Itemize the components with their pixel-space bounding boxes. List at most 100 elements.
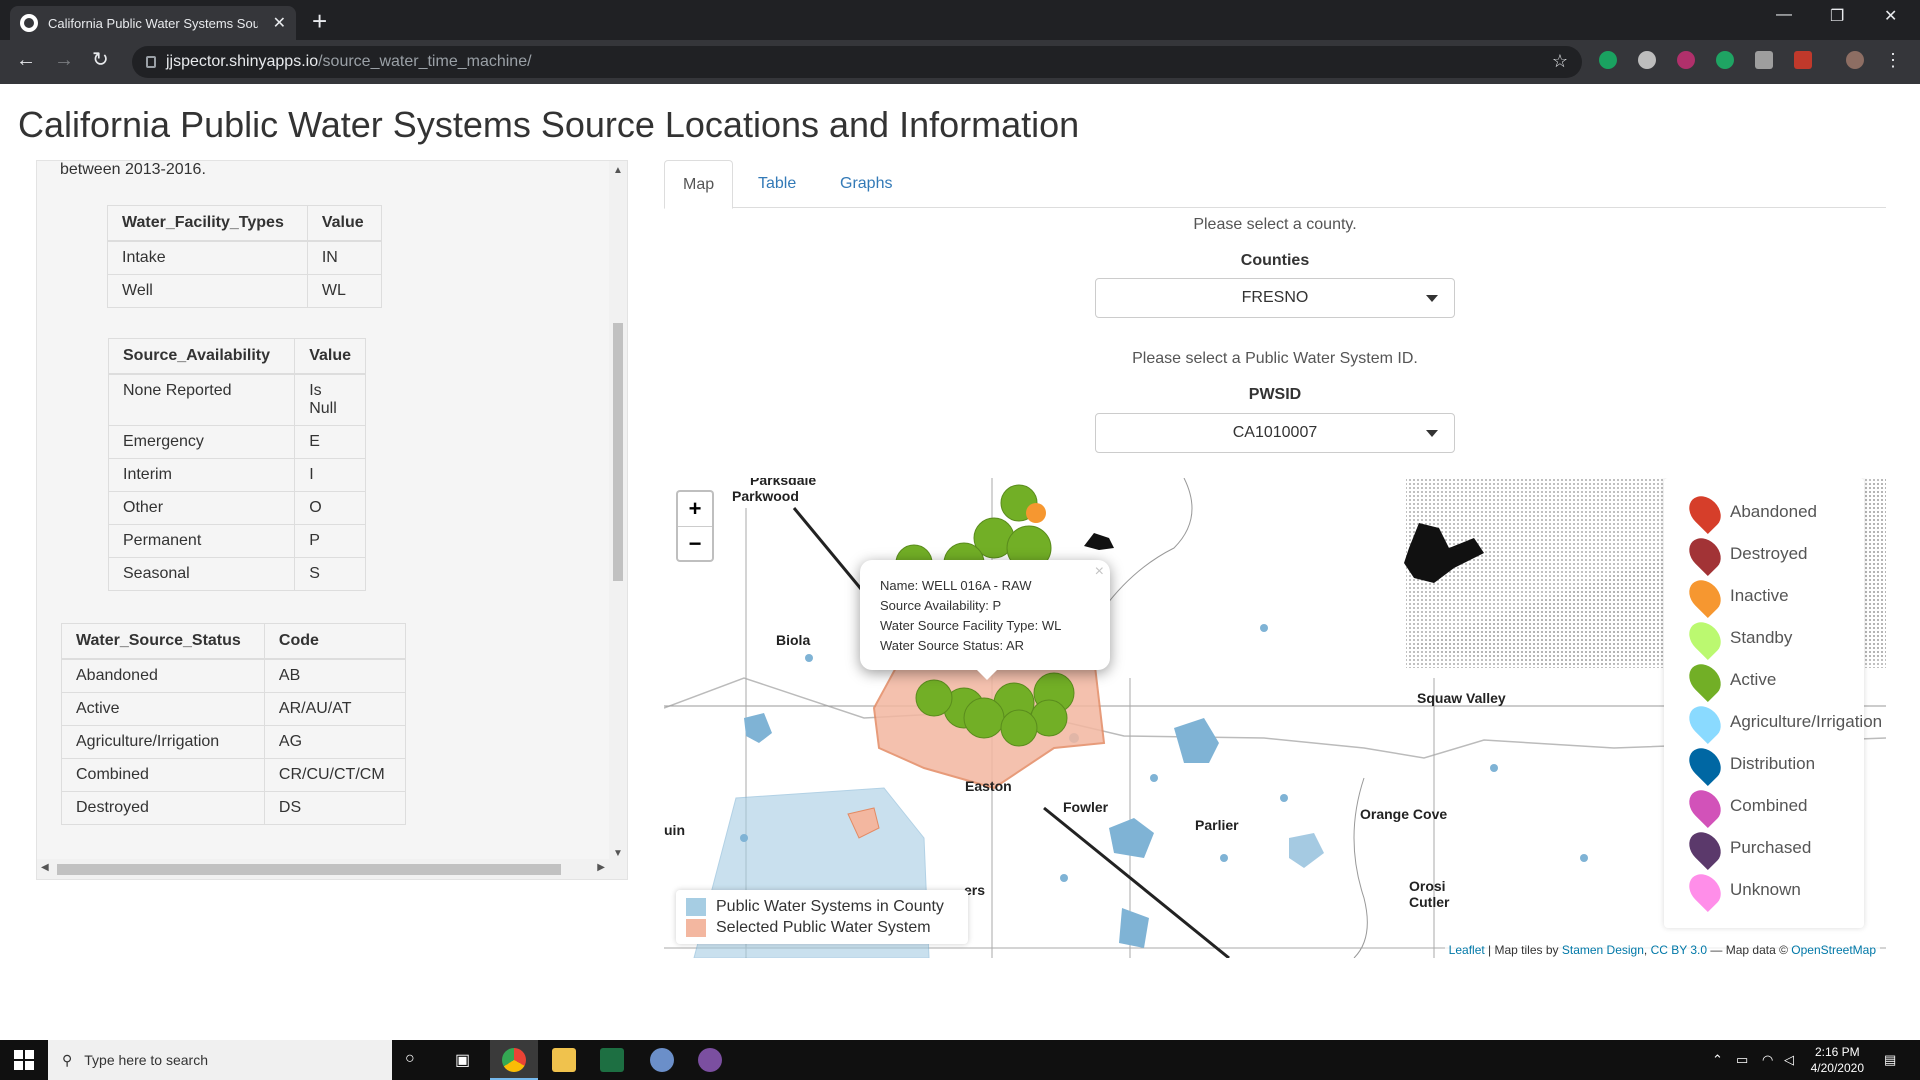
info-side-panel: between 2013-2016. Water_Facility_Types …: [36, 160, 628, 880]
taskbar-clock[interactable]: 2:16 PM 4/20/2020: [1811, 1044, 1864, 1076]
table-row: Emergency E: [108, 425, 366, 459]
wifi-icon[interactable]: ◠: [1762, 1052, 1773, 1068]
pwsid-select[interactable]: CA1010007: [1095, 413, 1455, 453]
extension-circle-icon[interactable]: [1638, 51, 1656, 69]
window-close-icon[interactable]: ✕: [1884, 6, 1897, 26]
back-icon[interactable]: ←: [16, 50, 36, 70]
legend-row: Public Water Systems in County: [686, 898, 944, 916]
place-label: Biola: [776, 632, 811, 648]
view-tabs: Map Table Graphs: [664, 160, 1886, 209]
page-title: California Public Water Systems Source L…: [18, 104, 1080, 145]
minimize-icon[interactable]: —: [1776, 6, 1792, 24]
table-cell: Active: [61, 692, 265, 726]
forward-icon[interactable]: →: [54, 50, 74, 70]
facility-types-table: Water_Facility_Types Value Intake IN Well…: [107, 205, 382, 308]
place-label: Cutler: [1409, 894, 1450, 910]
address-bar[interactable]: jjspector.shinyapps.io /source_water_tim…: [132, 46, 1582, 78]
url-path: /source_water_time_machine/: [318, 53, 532, 70]
legend-swatch: [686, 919, 706, 937]
marker-pin-icon: [1682, 867, 1728, 913]
county-select[interactable]: FRESNO: [1095, 278, 1455, 318]
horizontal-scrollbar[interactable]: ◀ ▶: [37, 859, 627, 879]
windows-taskbar: ⚲ Type here to search ○ ▣ ⌃ ▭ ◠ ◁ 2:16 P…: [0, 1040, 1920, 1080]
table-cell: Interim: [108, 458, 295, 492]
cc-link[interactable]: CC BY 3.0: [1651, 943, 1707, 957]
zoom-in-button[interactable]: +: [678, 492, 712, 526]
browser-toolbar: ← → ↻ jjspector.shinyapps.io /source_wat…: [0, 40, 1920, 84]
popup-close-icon[interactable]: ×: [1095, 562, 1104, 582]
table-header: Source_Availability: [108, 338, 295, 375]
new-tab-button[interactable]: +: [312, 8, 327, 34]
leaflet-map[interactable]: + − Parksdale Parkwood Biola Squaw Valle…: [664, 478, 1886, 958]
legend-label: Combined: [1730, 796, 1808, 815]
taskbar-search[interactable]: ⚲ Type here to search: [48, 1040, 392, 1080]
scroll-thumb[interactable]: [57, 864, 561, 875]
cortana-icon[interactable]: ○: [405, 1050, 415, 1068]
marker-pin-icon: [1682, 825, 1728, 871]
url-host: jjspector.shinyapps.io: [166, 53, 319, 70]
legend-label: Destroyed: [1730, 544, 1808, 563]
water-source-status-table: Water_Source_Status Code Abandoned AB Act…: [61, 623, 406, 825]
chrome-icon[interactable]: [502, 1048, 526, 1072]
table-cell: Combined: [61, 758, 265, 792]
battery-icon[interactable]: ▭: [1736, 1052, 1748, 1068]
browser-menu-icon[interactable]: ⋮: [1884, 50, 1902, 71]
scroll-thumb[interactable]: [613, 323, 623, 581]
stamen-link[interactable]: Stamen Design: [1562, 943, 1644, 957]
restore-icon[interactable]: ❐: [1830, 6, 1844, 26]
tab-title: California Public Water Systems Source: [48, 15, 258, 31]
zoom-out-button[interactable]: −: [678, 526, 712, 560]
volume-icon[interactable]: ◁: [1784, 1052, 1794, 1068]
scroll-up-icon[interactable]: ▲: [613, 165, 623, 176]
place-label: Squaw Valley: [1417, 690, 1506, 706]
table-cell: Intake: [107, 240, 308, 275]
leaflet-link[interactable]: Leaflet: [1449, 943, 1485, 957]
table-row: Permanent P: [108, 524, 366, 558]
file-explorer-icon[interactable]: [552, 1048, 576, 1072]
legend-label: Public Water Systems in County: [716, 898, 944, 915]
table-cell: Seasonal: [108, 557, 295, 591]
vertical-scrollbar[interactable]: ▲ ▼: [609, 161, 627, 861]
extension-download-icon[interactable]: [1677, 51, 1695, 69]
scroll-left-icon[interactable]: ◀: [41, 862, 49, 873]
table-cell: Destroyed: [61, 791, 265, 825]
table-header: Code: [263, 623, 406, 660]
app-icon[interactable]: [698, 1048, 722, 1072]
marker-pin-icon: [1682, 783, 1728, 829]
popup-status: Water Source Status: AR: [880, 638, 1025, 653]
marker-pin-icon: [1682, 531, 1728, 577]
place-label: Easton: [965, 778, 1012, 794]
legend-item: Abandoned: [1682, 489, 1817, 535]
search-icon: ⚲: [62, 1051, 73, 1068]
extension-green-icon[interactable]: [1716, 51, 1734, 69]
browser-tab[interactable]: California Public Water Systems Source ✕: [10, 6, 296, 40]
legend-label: Agriculture/Irrigation: [1730, 712, 1883, 731]
reload-icon[interactable]: ↻: [92, 50, 109, 70]
tab-close-icon[interactable]: ✕: [273, 13, 286, 33]
scroll-down-icon[interactable]: ▼: [613, 848, 623, 859]
osm-link[interactable]: OpenStreetMap: [1791, 943, 1876, 957]
tray-chevron-icon[interactable]: ⌃: [1712, 1052, 1723, 1068]
tab-graphs[interactable]: Graphs: [822, 160, 910, 208]
zoom-control: + −: [676, 490, 714, 562]
legend-swatch: [686, 898, 706, 916]
marker-pin-icon: [1682, 489, 1728, 535]
bookmark-star-icon[interactable]: ☆: [1552, 51, 1568, 72]
tab-table[interactable]: Table: [740, 160, 814, 208]
r-icon[interactable]: [650, 1048, 674, 1072]
task-view-icon[interactable]: ▣: [455, 1050, 470, 1070]
extension-check-icon[interactable]: [1599, 51, 1617, 69]
legend-label: Abandoned: [1730, 502, 1817, 521]
place-label: uin: [664, 822, 685, 838]
table-cell: AG: [263, 725, 406, 759]
excel-icon[interactable]: [600, 1048, 624, 1072]
profile-avatar[interactable]: [1846, 51, 1864, 69]
extension-pdf-icon[interactable]: [1794, 51, 1812, 69]
table-header: Value: [294, 338, 366, 375]
windows-start-icon[interactable]: [14, 1050, 34, 1070]
tab-map[interactable]: Map: [664, 160, 734, 209]
extension-grey-icon[interactable]: [1755, 51, 1773, 69]
table-row: Active AR/AU/AT: [61, 692, 406, 726]
notifications-icon[interactable]: ▤: [1884, 1052, 1896, 1068]
scroll-right-icon[interactable]: ▶: [597, 862, 605, 873]
